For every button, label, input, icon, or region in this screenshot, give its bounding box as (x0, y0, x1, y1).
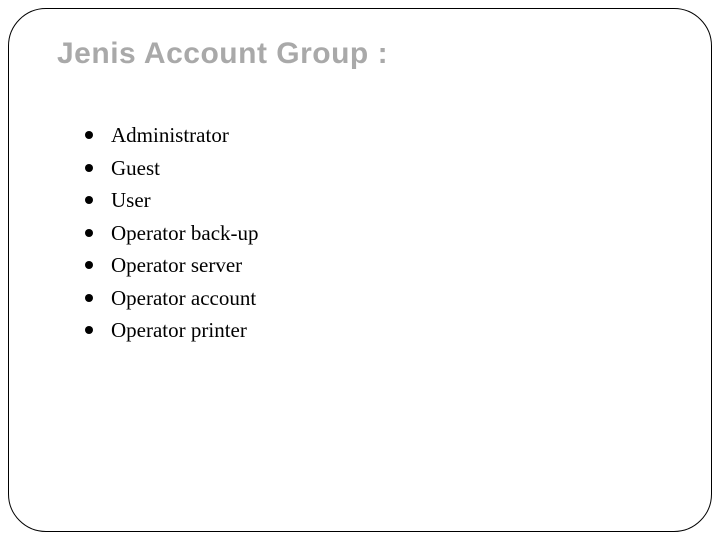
account-group-list: Administrator Guest User Operator back-u… (57, 119, 663, 347)
list-item: User (85, 184, 663, 217)
slide-frame: Jenis Account Group : Administrator Gues… (8, 8, 712, 532)
page-title: Jenis Account Group : (57, 37, 663, 71)
list-item: Operator account (85, 282, 663, 315)
list-item: Operator printer (85, 314, 663, 347)
list-item: Operator back-up (85, 217, 663, 250)
list-item: Administrator (85, 119, 663, 152)
list-item: Guest (85, 152, 663, 185)
list-item: Operator server (85, 249, 663, 282)
